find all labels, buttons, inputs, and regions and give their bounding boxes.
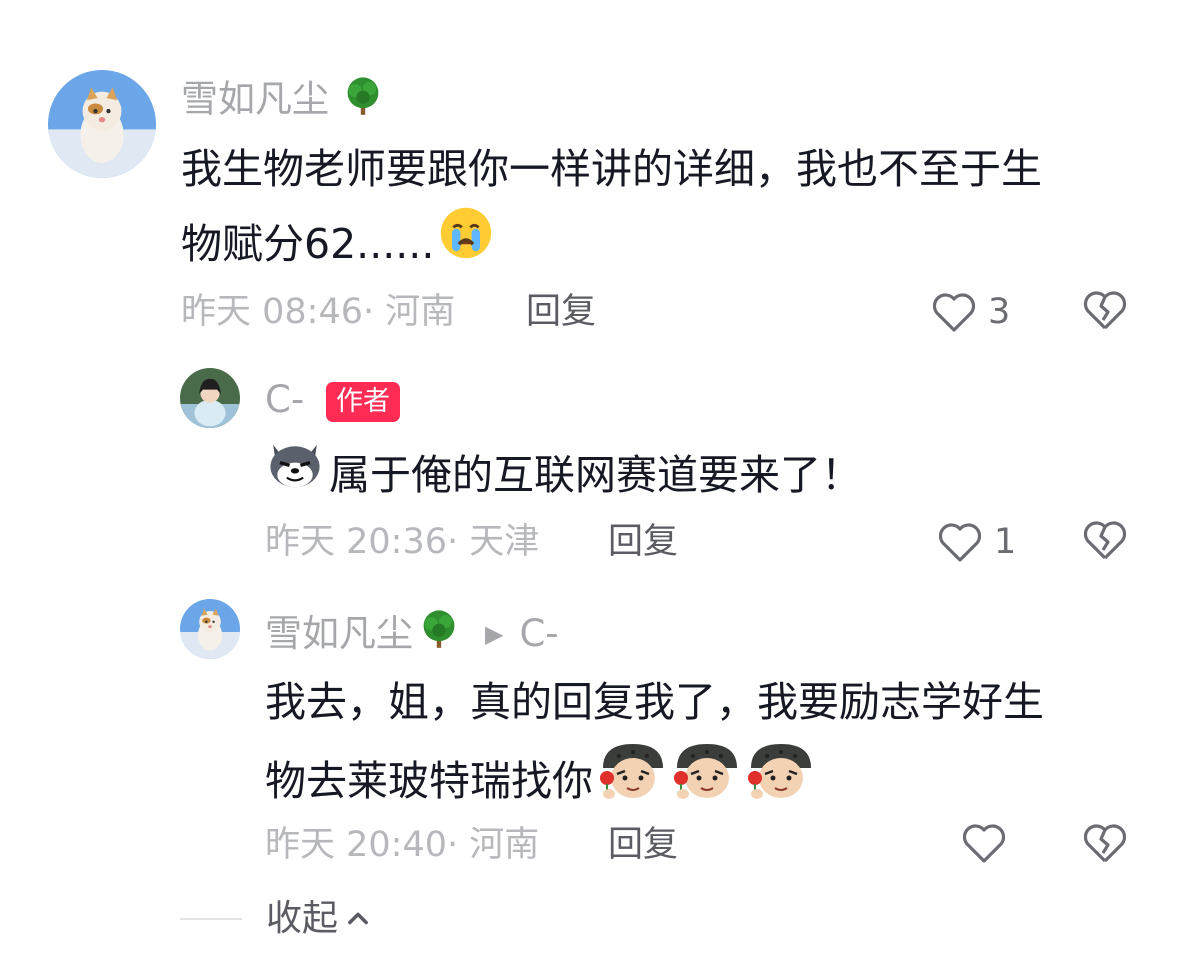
reply-arrow-icon: ▶ — [485, 620, 504, 648]
chevron-up-icon — [348, 912, 368, 925]
cat-avatar-image — [48, 70, 156, 178]
avatar[interactable] — [180, 368, 240, 428]
like-button[interactable]: 3 — [930, 288, 1010, 336]
collapse-label: 收起 — [266, 898, 339, 939]
crying-face-emoji — [438, 205, 494, 283]
broken-heart-icon — [1083, 521, 1127, 560]
reply-target-name[interactable]: C- — [519, 610, 558, 658]
heart-icon — [962, 824, 1006, 863]
avatar[interactable] — [48, 70, 156, 178]
wolf-face-emoji — [265, 436, 325, 514]
tree-icon — [417, 606, 461, 662]
comment-text: 我生物老师要跟你一样讲的详细，我也不至于生 物赋分62...... — [181, 133, 1141, 283]
comment-username[interactable]: 雪如凡尘 ▶ C- — [265, 606, 559, 662]
broken-heart-icon — [1083, 291, 1127, 330]
comment-username[interactable]: C- 作者 — [265, 376, 400, 424]
cat-avatar-image — [180, 599, 240, 659]
heart-icon — [932, 293, 976, 332]
like-button[interactable]: 1 — [936, 518, 1016, 566]
author-badge: 作者 — [325, 381, 400, 422]
comment-meta: 昨天 20:36· 天津 — [265, 522, 540, 562]
reply-button[interactable]: 回复 — [608, 518, 678, 566]
dislike-button[interactable] — [1081, 518, 1129, 566]
avatar[interactable] — [180, 599, 240, 659]
tree-icon — [341, 73, 385, 129]
dislike-button[interactable] — [1081, 821, 1129, 869]
comment-text: 属于俺的互联网赛道要来了！ — [265, 436, 862, 514]
heart-icon — [938, 523, 982, 562]
comment-meta: 昨天 20:40· 河南 — [265, 825, 540, 865]
broken-heart-icon — [1083, 824, 1127, 863]
divider — [180, 918, 242, 920]
like-button[interactable] — [960, 821, 1018, 865]
comment-meta: 昨天 08:46· 河南 — [181, 292, 456, 332]
soldier-with-rose-emoji — [595, 738, 817, 824]
reply-button[interactable]: 回复 — [608, 821, 678, 869]
like-count: 1 — [994, 522, 1017, 562]
dislike-button[interactable] — [1081, 288, 1129, 336]
author-avatar-image — [180, 368, 240, 428]
reply-button[interactable]: 回复 — [526, 288, 596, 336]
like-count: 3 — [988, 292, 1011, 332]
comment-username[interactable]: 雪如凡尘 — [181, 73, 385, 129]
comment-text: 我去，姐，真的回复我了，我要励志学好生 物去莱玻特瑞找你 — [265, 666, 1145, 824]
collapse-replies-button[interactable]: 收起 — [180, 895, 372, 943]
